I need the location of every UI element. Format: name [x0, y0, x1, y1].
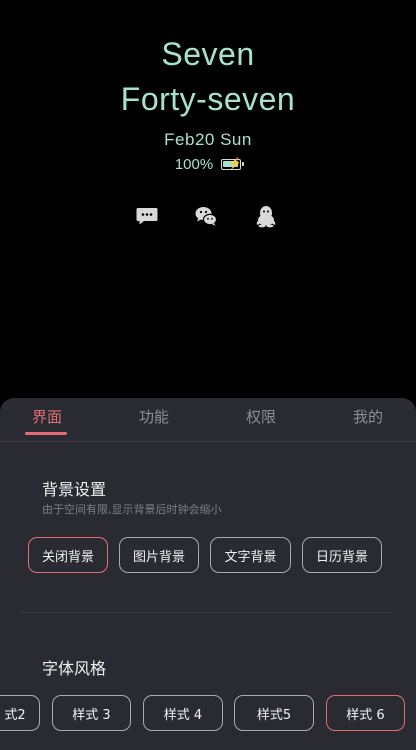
tab-functions[interactable]: 功能 — [139, 406, 169, 427]
background-image-button[interactable]: 图片背景 — [119, 537, 199, 573]
clock-display: Seven Forty-seven Feb20 Sun 100% ⚡ — [0, 0, 416, 400]
section-divider — [20, 612, 392, 613]
background-off-button[interactable]: 关闭背景 — [28, 537, 108, 573]
tab-interface[interactable]: 界面 — [32, 406, 62, 427]
settings-panel: 界面 功能 权限 我的 背景设置 由于空间有限,显示背景后时钟会缩小 关闭背景 … — [0, 398, 416, 750]
tab-permissions[interactable]: 权限 — [246, 406, 276, 427]
active-tab-indicator — [25, 432, 67, 435]
font-style-5-button[interactable]: 样式5 — [234, 695, 314, 731]
notification-shortcuts — [0, 204, 416, 228]
background-settings-title: 背景设置 — [42, 480, 107, 499]
time-hour-text: Seven — [161, 36, 255, 72]
wechat-icon[interactable] — [194, 204, 218, 228]
font-style-3-button[interactable]: 样式 3 — [52, 695, 131, 731]
battery-status: 100% ⚡ — [0, 153, 416, 175]
tab-bar: 界面 功能 权限 我的 — [0, 398, 416, 442]
date-text: Feb20 Sun — [164, 130, 252, 149]
font-style-title: 字体风格 — [42, 659, 107, 678]
font-style-2-button[interactable]: 式2 — [0, 695, 40, 731]
tab-mine[interactable]: 我的 — [353, 406, 383, 427]
background-calendar-button[interactable]: 日历背景 — [302, 537, 382, 573]
background-settings-subtitle: 由于空间有限,显示背景后时钟会缩小 — [42, 503, 222, 516]
font-style-6-button[interactable]: 样式 6 — [326, 695, 405, 731]
font-style-4-button[interactable]: 样式 4 — [143, 695, 223, 731]
time-minute-text: Forty-seven — [120, 81, 296, 117]
battery-percent: 100% — [174, 155, 214, 173]
battery-charging-icon: ⚡ — [221, 158, 245, 170]
background-text-button[interactable]: 文字背景 — [210, 537, 291, 573]
message-bubble-icon[interactable] — [135, 204, 159, 228]
qq-penguin-icon[interactable] — [254, 204, 278, 228]
